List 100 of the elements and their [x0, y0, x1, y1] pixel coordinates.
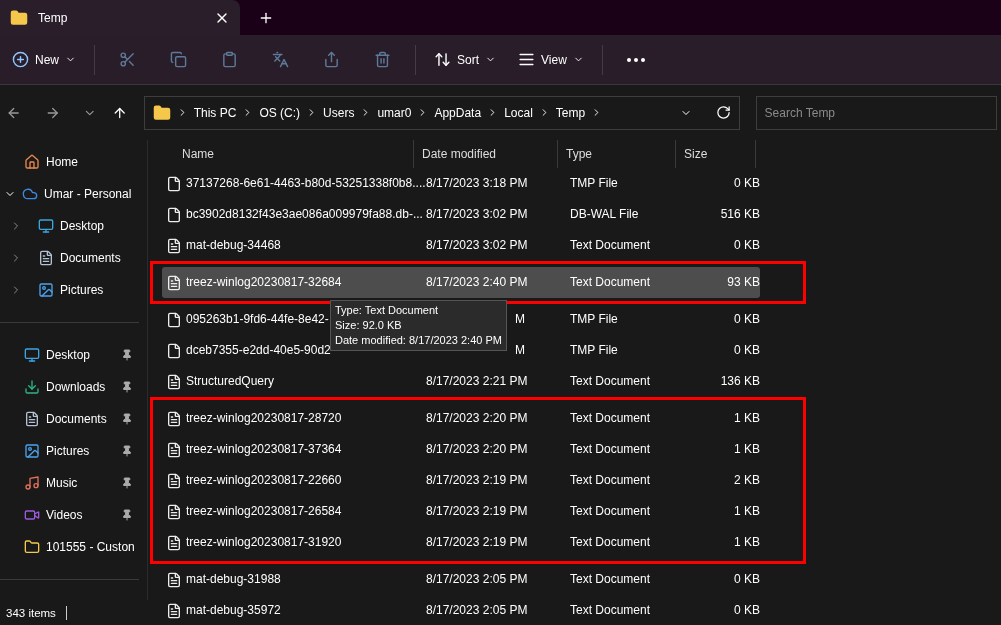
- file-size: 0 KB: [733, 603, 760, 618]
- file-name[interactable]: 095263b1-9fd6-44fe-8e42-: [186, 312, 329, 327]
- breadcrumb-item[interactable]: umar0: [377, 105, 412, 120]
- column-header[interactable]: Type: [558, 140, 676, 168]
- file-date: 8/17/2023 2:19 PM: [426, 535, 529, 550]
- text-file-icon: [166, 571, 182, 588]
- item-count: 343 items: [6, 606, 56, 619]
- breadcrumb-item[interactable]: Temp: [555, 105, 586, 120]
- file-type: Text Document: [570, 238, 652, 253]
- sidebar-item[interactable]: Documents: [0, 242, 147, 274]
- file-icon: [166, 175, 182, 192]
- view-icon: [518, 51, 536, 68]
- file-size: 93 KB: [726, 275, 760, 290]
- file-date: 8/17/2023 2:05 PM: [426, 603, 529, 618]
- file-date: 8/17/2023 2:21 PM: [426, 374, 529, 389]
- address-bar[interactable]: This PC OS (C:) Users umar0 AppData Local Temp: [143, 95, 740, 130]
- sidebar-item[interactable]: Desktop: [0, 339, 147, 371]
- file-size: 516 KB: [719, 207, 760, 222]
- text-file-icon: [166, 602, 182, 619]
- sidebar-item[interactable]: Umar - Personal: [0, 178, 147, 210]
- column-header[interactable]: Size: [676, 140, 756, 168]
- breadcrumb-item[interactable]: Users: [323, 105, 355, 120]
- file-size: 0 KB: [733, 176, 760, 191]
- file-icon: [166, 342, 182, 359]
- file-size: 136 KB: [719, 374, 760, 389]
- file-icon: [166, 206, 182, 223]
- sidebar-item[interactable]: Pictures: [0, 274, 147, 306]
- sidebar-item[interactable]: Pictures: [0, 435, 147, 467]
- file-size: 2 KB: [733, 473, 760, 488]
- file-name[interactable]: treez-winlog20230817-28720: [186, 411, 342, 426]
- share-icon: [323, 51, 340, 68]
- file-size: 1 KB: [733, 535, 760, 550]
- file-size: 1 KB: [733, 504, 760, 519]
- file-date: M: [514, 312, 525, 327]
- text-file-icon: [166, 274, 182, 291]
- file-name[interactable]: bc3902d8132f43e3ae086a009979fa88.db-...: [186, 207, 423, 222]
- column-header[interactable]: Date modified: [414, 140, 558, 168]
- new-icon: [12, 51, 29, 68]
- breadcrumb-item[interactable]: OS (C:): [259, 105, 301, 120]
- sidebar-item[interactable]: 101555 - Custon: [0, 531, 147, 563]
- file-type: TMP File: [570, 343, 619, 358]
- window-tab[interactable]: Temp: [0, 0, 240, 35]
- breadcrumb-item[interactable]: AppData: [434, 105, 482, 120]
- file-date: 8/17/2023 2:20 PM: [426, 411, 529, 426]
- text-file-icon: [166, 441, 182, 458]
- file-type: Text Document: [570, 603, 652, 618]
- file-type: TMP File: [570, 176, 619, 191]
- file-name[interactable]: treez-winlog20230817-26584: [186, 504, 342, 519]
- search-field[interactable]: Search Temp: [755, 95, 997, 130]
- pictures-icon: [38, 282, 54, 298]
- refresh-icon[interactable]: [715, 105, 731, 120]
- cloud-icon: [22, 186, 38, 202]
- tooltip-line: Size: 92.0 KB: [335, 318, 403, 333]
- videos-icon: [24, 507, 40, 523]
- file-type: TMP File: [570, 312, 619, 327]
- desktop-icon: [38, 218, 54, 234]
- file-row[interactable]: treez-winlog20230817-32684 8/17/2023 2:40 PM Text Document 93 KB: [162, 267, 760, 298]
- file-date: 8/17/2023 3:02 PM: [426, 238, 529, 253]
- downloads-icon: [24, 379, 40, 395]
- file-date: 8/17/2023 2:19 PM: [426, 504, 529, 519]
- sidebar-item[interactable]: Documents: [0, 403, 147, 435]
- sidebar-item[interactable]: Desktop: [0, 210, 147, 242]
- new-button[interactable]: New: [4, 47, 84, 72]
- file-type: Text Document: [570, 535, 652, 550]
- file-name[interactable]: treez-winlog20230817-22660: [186, 473, 342, 488]
- new-tab-icon[interactable]: [258, 10, 274, 26]
- file-type: Text Document: [570, 442, 652, 457]
- folder-icon: [10, 8, 28, 27]
- file-type: Text Document: [570, 473, 652, 488]
- breadcrumb-item[interactable]: This PC: [193, 105, 237, 120]
- file-type: Text Document: [570, 411, 652, 426]
- sort-button[interactable]: Sort: [426, 47, 505, 72]
- file-name[interactable]: StructuredQuery: [186, 374, 275, 389]
- file-date: 8/17/2023 3:18 PM: [426, 176, 529, 191]
- file-name[interactable]: dceb7355-e2dd-40e5-90d2: [186, 343, 331, 358]
- file-date: 8/17/2023 3:02 PM: [426, 207, 529, 222]
- text-file-icon: [166, 410, 182, 427]
- file-name[interactable]: mat-debug-34468: [186, 238, 281, 253]
- sidebar-item[interactable]: Home: [0, 146, 147, 178]
- text-file-icon: [166, 534, 182, 551]
- cut-icon: [119, 51, 136, 68]
- file-name[interactable]: treez-winlog20230817-32684: [186, 275, 342, 290]
- sidebar-item[interactable]: Music: [0, 467, 147, 499]
- view-button[interactable]: View: [510, 47, 592, 72]
- documents-icon: [38, 250, 54, 266]
- breadcrumb-item[interactable]: Local: [504, 105, 533, 120]
- text-file-icon: [166, 373, 182, 390]
- file-size: 0 KB: [733, 343, 760, 358]
- sidebar-item[interactable]: Videos: [0, 499, 147, 531]
- sidebar-item[interactable]: Downloads: [0, 371, 147, 403]
- file-name[interactable]: mat-debug-35972: [186, 603, 281, 618]
- folder-icon: [24, 539, 40, 555]
- music-icon: [24, 475, 40, 491]
- column-header[interactable]: Name: [162, 140, 414, 168]
- file-name[interactable]: treez-winlog20230817-31920: [186, 535, 342, 550]
- file-name[interactable]: mat-debug-31988: [186, 572, 281, 587]
- rename-icon: [272, 51, 289, 68]
- folder-icon: [152, 103, 171, 122]
- file-name[interactable]: treez-winlog20230817-37364: [186, 442, 342, 457]
- file-name[interactable]: 37137268-6e61-4463-b80d-53251338f0b8....: [186, 176, 426, 191]
